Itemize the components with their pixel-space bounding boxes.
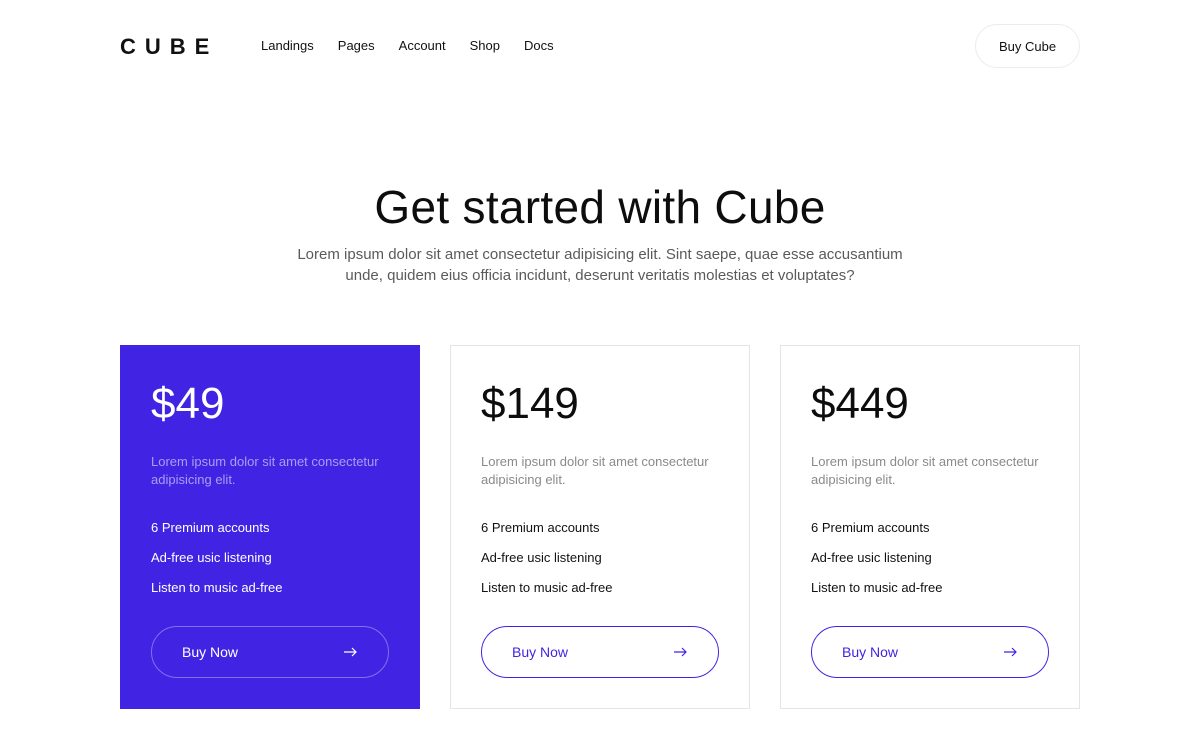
plan-price: $49 xyxy=(151,379,225,428)
plan-description: Lorem ipsum dolor sit amet consectetur a… xyxy=(811,454,1039,487)
page-title: Get started with Cube xyxy=(374,181,826,233)
nav-item-account[interactable]: Account xyxy=(399,38,446,54)
plan-price: $449 xyxy=(811,379,909,428)
nav-item-pages[interactable]: Pages xyxy=(338,38,375,54)
arrow-right-icon xyxy=(344,647,357,657)
arrow-right-icon xyxy=(1004,647,1017,657)
buy-now-label: Buy Now xyxy=(512,644,569,660)
plan-description: Lorem ipsum dolor sit amet consectetur a… xyxy=(151,454,379,487)
plan-feature: Listen to music ad-free xyxy=(151,580,283,595)
page-subtitle: Lorem ipsum dolor sit amet consectetur a… xyxy=(297,246,903,284)
plan-features: 6 Premium accounts Ad-free usic listenin… xyxy=(811,520,943,610)
nav-item-landings[interactable]: Landings xyxy=(261,38,314,54)
plan-feature: Ad-free usic listening xyxy=(481,550,602,565)
nav-item-shop[interactable]: Shop xyxy=(470,38,500,54)
buy-now-label: Buy Now xyxy=(842,644,899,660)
plan-features: 6 Premium accounts Ad-free usic listenin… xyxy=(481,520,613,610)
plan-feature: 6 Premium accounts xyxy=(811,520,930,535)
pricing-card-premium: $449 Lorem ipsum dolor sit amet consecte… xyxy=(780,345,1080,709)
arrow-right-icon xyxy=(674,647,687,657)
buy-now-button[interactable]: Buy Now xyxy=(481,626,719,678)
buy-now-button[interactable]: Buy Now xyxy=(811,626,1049,678)
main-menu: Landings Pages Account Shop Docs xyxy=(261,38,578,54)
plan-feature: Ad-free usic listening xyxy=(151,550,272,565)
buy-now-label: Buy Now xyxy=(182,644,239,660)
cube-logo[interactable]: CUBE xyxy=(120,34,218,60)
buy-cube-button[interactable]: Buy Cube xyxy=(975,24,1080,68)
pricing-card-standard: $149 Lorem ipsum dolor sit amet consecte… xyxy=(450,345,750,709)
top-navigation: CUBE Landings Pages Account Shop Docs Bu… xyxy=(0,0,1200,92)
plan-feature: 6 Premium accounts xyxy=(481,520,600,535)
plan-feature: Listen to music ad-free xyxy=(811,580,943,595)
pricing-card-basic: $49 Lorem ipsum dolor sit amet consectet… xyxy=(120,345,420,709)
plan-features: 6 Premium accounts Ad-free usic listenin… xyxy=(151,520,283,610)
plan-feature: Listen to music ad-free xyxy=(481,580,613,595)
plan-feature: 6 Premium accounts xyxy=(151,520,270,535)
plan-price: $149 xyxy=(481,379,579,428)
buy-now-button[interactable]: Buy Now xyxy=(151,626,389,678)
plan-feature: Ad-free usic listening xyxy=(811,550,932,565)
plan-description: Lorem ipsum dolor sit amet consectetur a… xyxy=(481,454,709,487)
nav-item-docs[interactable]: Docs xyxy=(524,38,554,54)
